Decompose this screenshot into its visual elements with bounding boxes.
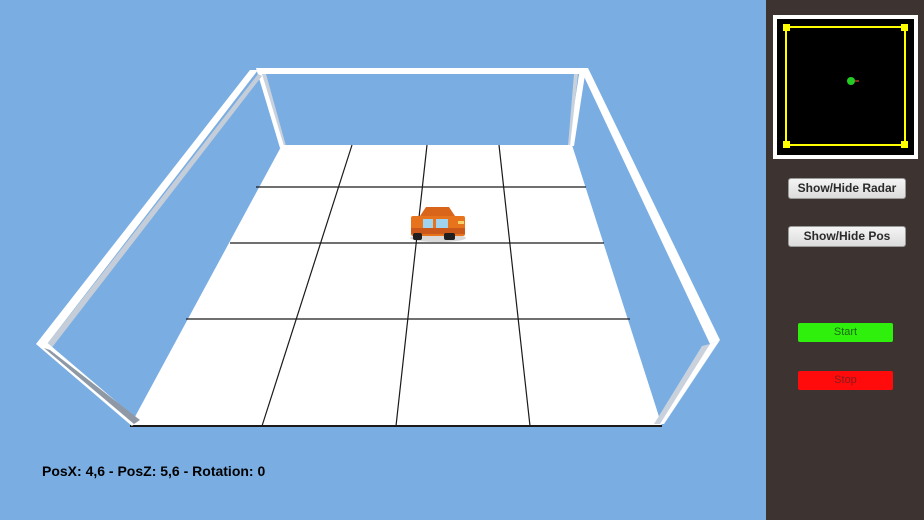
car-roof <box>420 207 455 216</box>
car-wheel-rear <box>413 233 422 240</box>
toggle-radar-button[interactable]: Show/Hide Radar <box>788 178 906 199</box>
toggle-position-button[interactable]: Show/Hide Pos <box>788 226 906 247</box>
car-window-left <box>423 219 433 228</box>
position-readout: PosX: 4,6 - PosZ: 5,6 - Rotation: 0 <box>42 463 266 479</box>
game-viewport[interactable]: PosX: 4,6 - PosZ: 5,6 - Rotation: 0 <box>0 0 766 520</box>
radar-corner-marker <box>783 141 790 148</box>
car-wheel-front <box>444 233 455 240</box>
radar-corner-marker <box>901 24 908 31</box>
radar-boundary <box>785 26 906 146</box>
stop-button[interactable]: Stop <box>798 371 893 390</box>
car-window-right <box>436 219 448 228</box>
game-window: PosX: 4,6 - PosZ: 5,6 - Rotation: 0 Show… <box>0 0 924 520</box>
radar-canvas <box>783 24 908 148</box>
start-button[interactable]: Start <box>798 323 893 342</box>
radar-corner-marker <box>901 141 908 148</box>
radar-car-blip <box>847 77 855 85</box>
radar-minimap <box>777 19 914 155</box>
radar-corner-marker <box>783 24 790 31</box>
scene-canvas <box>0 0 766 520</box>
